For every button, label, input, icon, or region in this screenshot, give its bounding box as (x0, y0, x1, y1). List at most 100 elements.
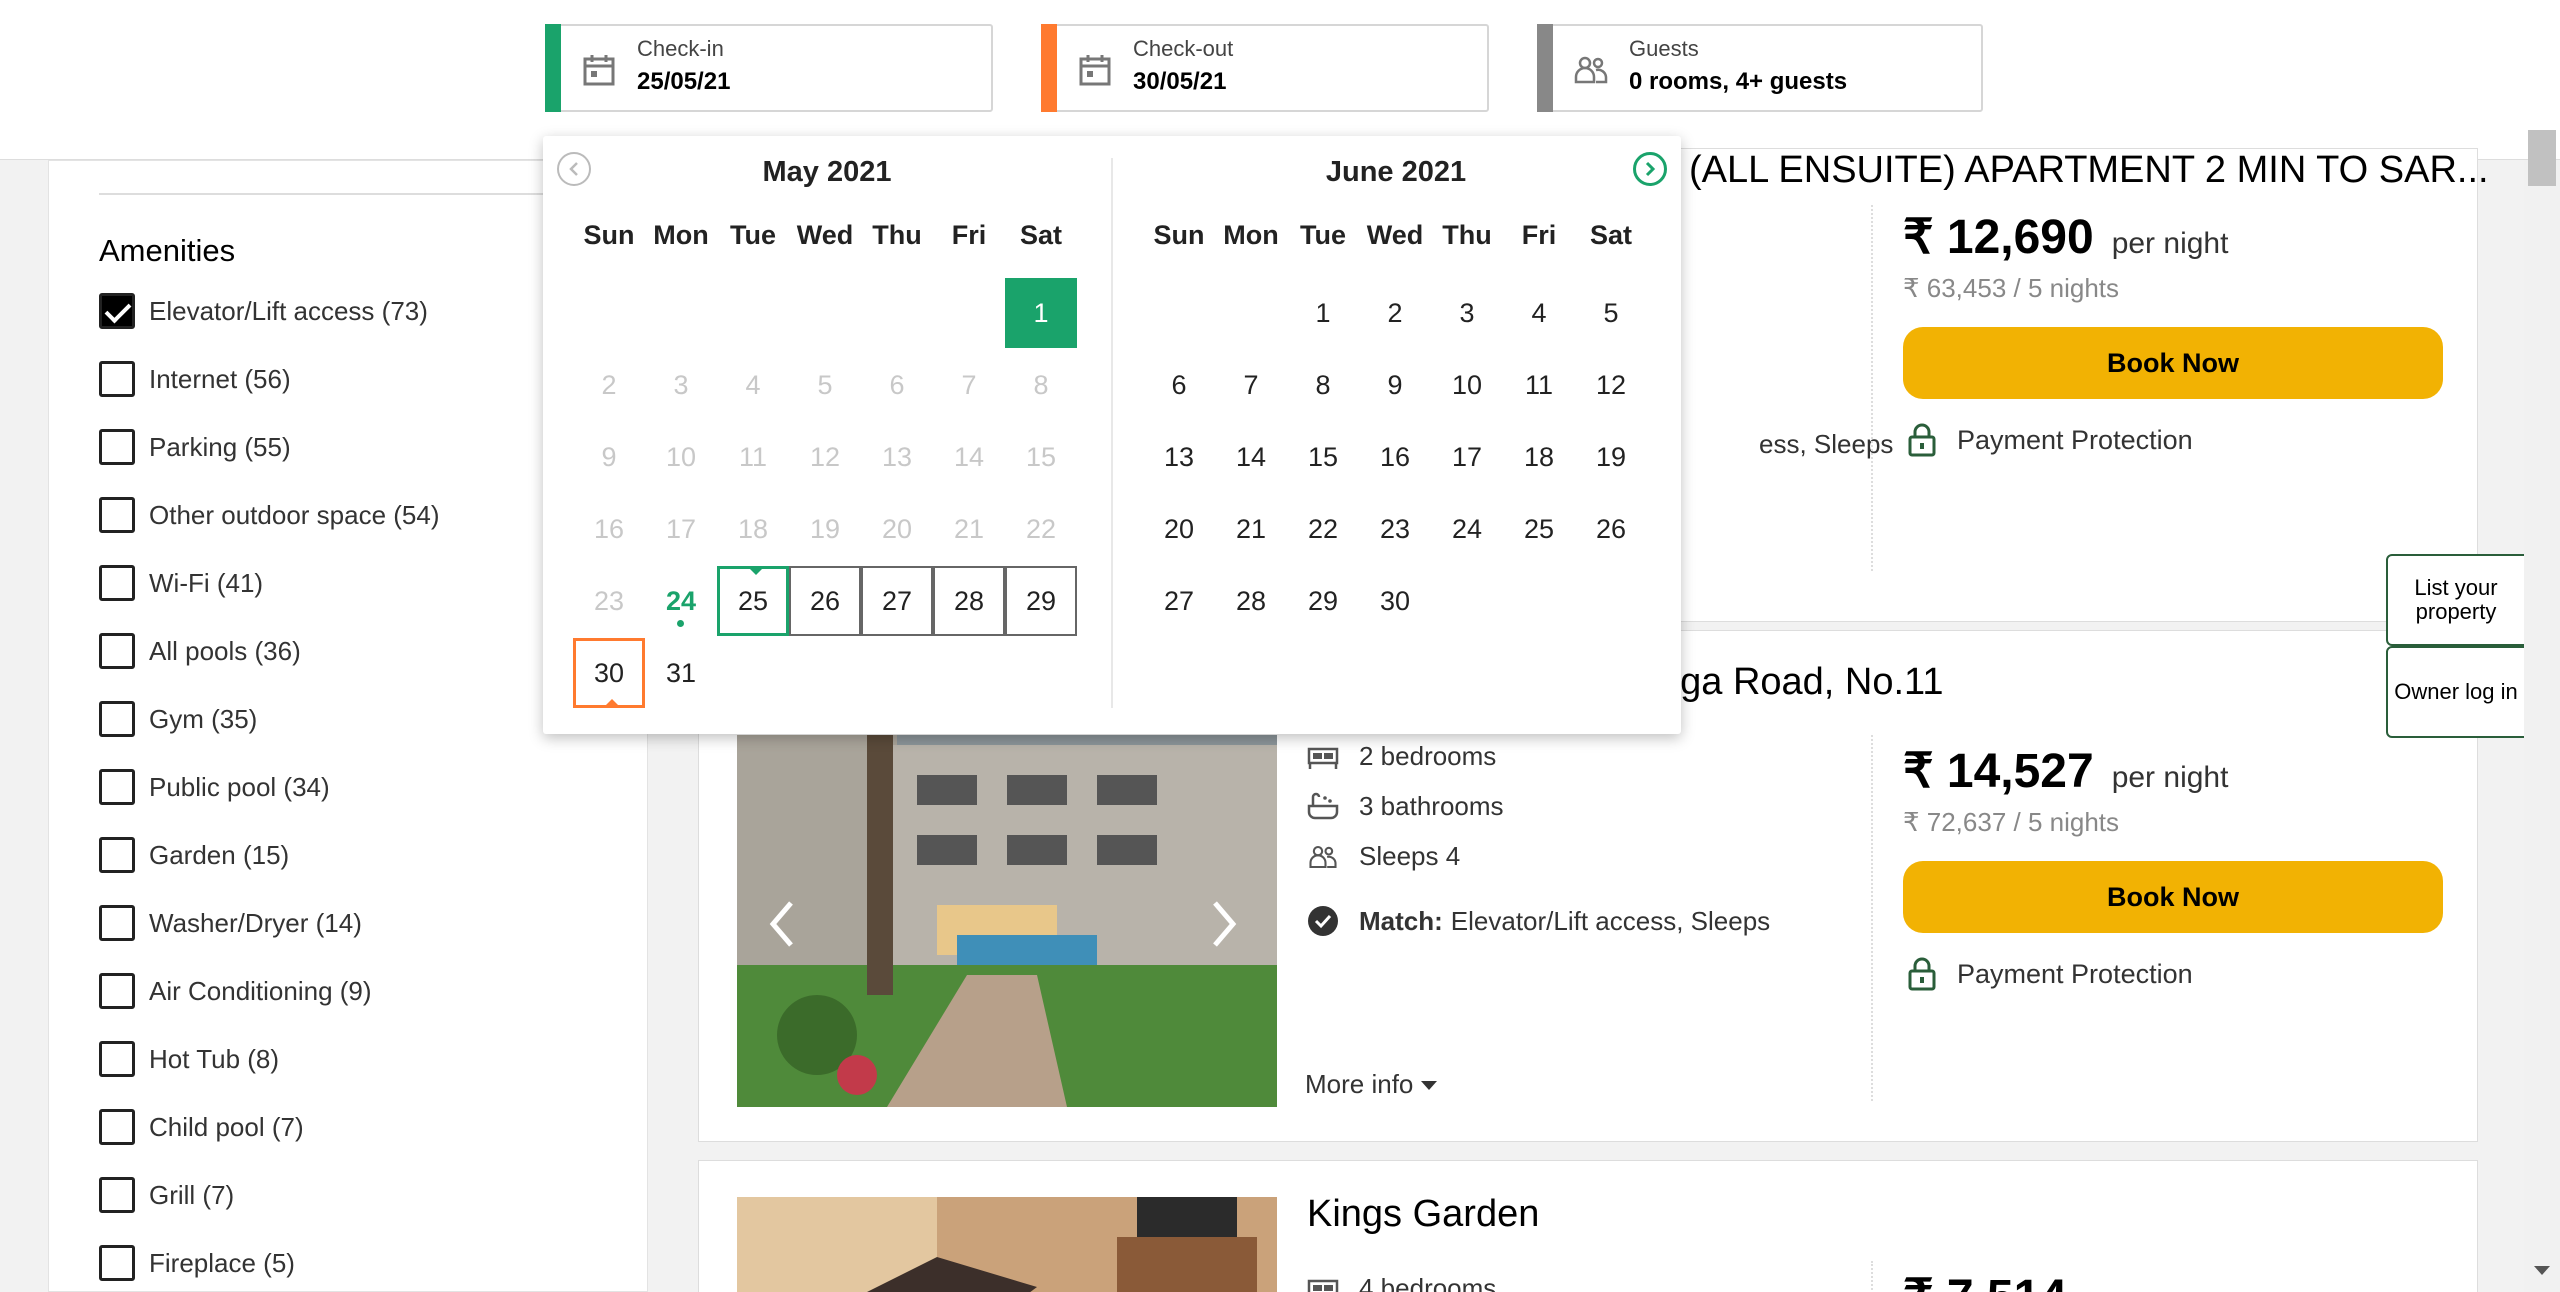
amenity-checkbox[interactable] (99, 973, 135, 1009)
lock-icon (1908, 957, 1936, 991)
calendar-day[interactable]: 2 (1359, 278, 1431, 348)
calendar-day[interactable]: 6 (1143, 350, 1215, 420)
calendar-day[interactable]: 13 (1143, 422, 1215, 492)
divider (1871, 1261, 1873, 1292)
calendar-day[interactable]: 25 (1503, 494, 1575, 564)
listing-title[interactable]: nga Road, No.11 (1659, 661, 1944, 704)
amenity-filter[interactable]: Wi-Fi (41) (99, 563, 263, 603)
calendar-day[interactable]: 3 (1431, 278, 1503, 348)
calendar-day[interactable]: 19 (1575, 422, 1647, 492)
listing-photo[interactable] (737, 1197, 1277, 1292)
amenity-filter[interactable]: Washer/Dryer (14) (99, 903, 362, 943)
calendar-day[interactable]: 24 (645, 566, 717, 636)
amenity-filter[interactable]: All pools (36) (99, 631, 301, 671)
guests-field[interactable]: Guests 0 rooms, 4+ guests (1537, 24, 1983, 112)
calendar-day[interactable]: 26 (789, 566, 861, 636)
calendar-day[interactable]: 27 (861, 566, 933, 636)
amenity-filter[interactable]: Grill (7) (99, 1175, 234, 1215)
calendar-day[interactable]: 18 (1503, 422, 1575, 492)
amenity-checkbox[interactable] (99, 1245, 135, 1281)
calendar-day[interactable]: 29 (1287, 566, 1359, 636)
caret-down-icon (1421, 1080, 1438, 1090)
listing-title[interactable]: Kings Garden (1307, 1193, 1539, 1236)
calendar-day[interactable]: 15 (1287, 422, 1359, 492)
checkin-field[interactable]: Check-in 25/05/21 (545, 24, 993, 112)
calendar-day[interactable]: 30 (573, 638, 645, 708)
more-info-link[interactable]: More info (1305, 1069, 1439, 1100)
amenity-checkbox[interactable] (99, 1177, 135, 1213)
scroll-down-arrow-icon[interactable] (2530, 1262, 2554, 1278)
weekday-label: Thu (1442, 220, 1492, 250)
chevron-right-icon[interactable] (1209, 899, 1239, 949)
amenity-checkbox[interactable] (99, 1041, 135, 1077)
total-price: ₹ 63,453 / 5 nights (1903, 273, 2120, 303)
amenity-filter[interactable]: Fireplace (5) (99, 1243, 295, 1283)
calendar-day[interactable]: 12 (1575, 350, 1647, 420)
calendar-day[interactable]: 20 (1143, 494, 1215, 564)
chevron-left-circle-icon[interactable] (557, 152, 591, 186)
amenity-filter[interactable]: Hot Tub (8) (99, 1039, 279, 1079)
price-row: ₹ 12,690 per night (1903, 209, 2228, 265)
calendar-day[interactable]: 5 (1575, 278, 1647, 348)
calendar-day[interactable]: 31 (645, 638, 717, 708)
calendar-day[interactable]: 26 (1575, 494, 1647, 564)
amenity-checkbox[interactable] (99, 497, 135, 533)
chevron-left-icon[interactable] (767, 899, 797, 949)
calendar-day[interactable]: 28 (933, 566, 1005, 636)
calendar-day[interactable]: 10 (1431, 350, 1503, 420)
book-now-button[interactable]: Book Now (1903, 327, 2443, 399)
amenity-filter[interactable]: Public pool (34) (99, 767, 330, 807)
amenity-filter[interactable]: Internet (56) (99, 359, 291, 399)
calendar-day[interactable]: 17 (1431, 422, 1503, 492)
amenity-filter[interactable]: Garden (15) (99, 835, 289, 875)
chevron-right-circle-icon[interactable] (1633, 152, 1667, 186)
listing-photo[interactable] (737, 735, 1277, 1107)
calendar-day[interactable]: 1 (1287, 278, 1359, 348)
amenity-checkbox[interactable] (99, 429, 135, 465)
checkout-field[interactable]: Check-out 30/05/21 (1041, 24, 1489, 112)
amenity-checkbox[interactable] (99, 293, 135, 329)
amenities-heading: Amenities (99, 233, 236, 268)
calendar-day[interactable]: 4 (1503, 278, 1575, 348)
amenity-filter[interactable]: Gym (35) (99, 699, 257, 739)
calendar-day[interactable]: 8 (1287, 350, 1359, 420)
amenity-filter[interactable]: Child pool (7) (99, 1107, 304, 1147)
amenity-checkbox[interactable] (99, 565, 135, 601)
calendar-day[interactable]: 11 (1503, 350, 1575, 420)
calendar-day[interactable]: 23 (1359, 494, 1431, 564)
amenity-filter[interactable]: Parking (55) (99, 427, 291, 467)
calendar-icon (1079, 55, 1111, 86)
amenity-filter[interactable]: Other outdoor space (54) (99, 495, 440, 535)
owner-login-tab[interactable]: Owner log in (2386, 646, 2526, 738)
amenity-checkbox[interactable] (99, 1109, 135, 1145)
calendar-day[interactable]: 16 (1359, 422, 1431, 492)
amenity-checkbox[interactable] (99, 769, 135, 805)
calendar-day[interactable]: 24 (1431, 494, 1503, 564)
listing-title[interactable]: (ALL ENSUITE) APARTMENT 2 MIN TO SAR... (1689, 149, 2489, 192)
amenity-filter[interactable]: Elevator/Lift access (73) (99, 291, 428, 331)
calendar-day[interactable]: 1 (1005, 278, 1077, 348)
calendar-day[interactable]: 30 (1359, 566, 1431, 636)
scrollbar[interactable] (2524, 160, 2560, 1292)
book-now-button[interactable]: Book Now (1903, 861, 2443, 933)
calendar-day[interactable]: 28 (1215, 566, 1287, 636)
calendar-day[interactable]: 14 (1215, 422, 1287, 492)
list-your-property-tab[interactable]: List your property (2386, 554, 2526, 646)
calendar-day[interactable]: 29 (1005, 566, 1077, 636)
match-row: Match: Elevator/Lift access, Sleeps (1307, 905, 1770, 937)
amenity-checkbox[interactable] (99, 837, 135, 873)
calendar-day[interactable]: 25 (717, 566, 789, 636)
calendar-day[interactable]: 27 (1143, 566, 1215, 636)
calendar-day[interactable]: 9 (1359, 350, 1431, 420)
amenity-filter[interactable]: Air Conditioning (9) (99, 971, 372, 1011)
calendar-day[interactable]: 21 (1215, 494, 1287, 564)
amenity-checkbox[interactable] (99, 701, 135, 737)
checkin-accent (545, 24, 561, 112)
amenity-checkbox[interactable] (99, 905, 135, 941)
calendar-day[interactable]: 7 (1215, 350, 1287, 420)
amenity-checkbox[interactable] (99, 633, 135, 669)
amenity-checkbox[interactable] (99, 361, 135, 397)
checkin-value: 25/05/21 (637, 68, 731, 95)
calendar-day[interactable]: 22 (1287, 494, 1359, 564)
scrollbar-thumb[interactable] (2528, 130, 2556, 186)
